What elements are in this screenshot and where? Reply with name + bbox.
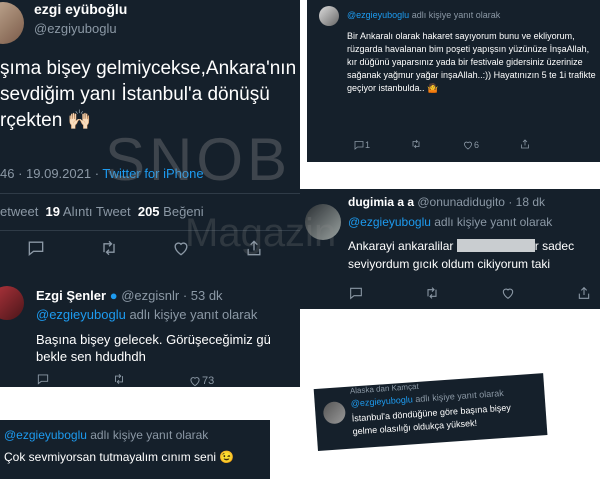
tweet-meta: 46 · 19.09.2021 · Twitter for iPhone — [0, 166, 204, 181]
avatar[interactable] — [0, 2, 24, 44]
retweet-icon[interactable] — [99, 238, 119, 263]
reply-text-part: Ankarayi ankaralilar — [348, 239, 454, 253]
reply-icon[interactable] — [36, 372, 50, 387]
reply-actions: 73 — [36, 372, 214, 387]
verified-icon: ● — [109, 288, 118, 303]
retweet-icon[interactable] — [410, 138, 422, 152]
reply-context: @ezgieyuboglu adlı kişiye yanıt olarak — [36, 307, 257, 322]
reply-text: İstanbul'a döndüğüne göre başına bişey g… — [351, 401, 512, 438]
reply-to-label: adlı kişiye yanıt olarak — [90, 428, 209, 442]
reply-icon[interactable] — [26, 238, 46, 263]
like-icon — [190, 376, 200, 386]
tweet-stats: etweet 19 Alıntı Tweet 205 Beğeni — [0, 204, 204, 219]
like-button[interactable]: 6 — [462, 139, 479, 151]
reply-card[interactable]: @ezgieyuboglu adlı kişiye yanıt olarak Ç… — [0, 420, 270, 479]
tweet-text-line: sevdiğim yanı İstanbul'a dönüşü — [0, 84, 270, 105]
retweet-icon[interactable] — [112, 372, 126, 387]
avatar[interactable] — [0, 286, 24, 320]
divider — [0, 230, 300, 231]
main-tweet-card: ezgi eyüboğlu @ezgiyuboglu şıma bişey ge… — [0, 0, 300, 292]
like-count: 73 — [202, 374, 215, 387]
reply-text: Başına bişey gelecek. Görüşeceğimiz gü b… — [36, 331, 271, 365]
reply-text: Ankarayi ankaralilar r sadec seviyordum … — [348, 237, 574, 273]
divider — [0, 193, 300, 194]
mention-link[interactable]: @ezgieyuboglu — [36, 307, 126, 322]
reply-to-label: adlı kişiye yanıt olarak — [414, 387, 504, 405]
quote-count[interactable]: 19 — [46, 204, 60, 219]
reply-text-line: bekle sen hdudhdh — [36, 349, 146, 364]
tweet-text-line: rçekten 🙌🏻 — [0, 110, 92, 131]
author-name[interactable]: ezgi eyüboğlu — [34, 1, 127, 17]
author-handle[interactable]: @onunadidugito — [417, 195, 505, 209]
like-button[interactable]: 73 — [188, 374, 214, 388]
tweet-timestamp[interactable]: 46 · 19.09.2021 · — [0, 166, 99, 181]
reply-to-label: adlı kişiye yanıt olarak — [434, 215, 553, 229]
reply-count: 1 — [365, 140, 371, 150]
tweet-text: şıma bişey gelmiycekse,Ankara'nın sevdiğ… — [0, 56, 300, 134]
share-icon[interactable] — [244, 238, 264, 263]
avatar[interactable] — [319, 6, 339, 26]
reply-actions: 1 6 — [353, 138, 531, 152]
reply-header: dugimia a a @onunadidugito · 18 dk — [348, 195, 545, 209]
like-icon[interactable] — [500, 285, 516, 306]
reply-to-label: adlı kişiye yanıt olarak — [129, 307, 258, 322]
like-count: 6 — [474, 140, 480, 150]
reply-text-line: Başına bişey gelecek. Görüşeceğimiz gü — [36, 332, 271, 347]
reply-time[interactable]: · 18 dk — [508, 195, 545, 209]
quote-label[interactable]: Alıntı Tweet — [63, 204, 131, 219]
like-icon[interactable] — [171, 238, 191, 263]
reply-button[interactable]: 1 — [353, 139, 370, 151]
reply-card[interactable]: @ezgieyuboglu adlı kişiye yanıt olarak B… — [307, 0, 600, 162]
reply-card[interactable]: Ezgi Şenler ● @ezgisnlr · 53 dk @ezgieyu… — [0, 274, 300, 387]
mention-link[interactable]: @ezgieyuboglu — [4, 428, 87, 442]
like-icon — [464, 141, 472, 150]
reply-context: @ezgieyuboglu adlı kişiye yanıt olarak — [4, 428, 208, 442]
retweet-label[interactable]: etweet — [0, 204, 38, 219]
reply-to-label: adlı kişiye yanıt olarak — [411, 10, 501, 20]
share-icon[interactable] — [576, 285, 592, 306]
reply-actions — [348, 285, 592, 306]
reply-text: Çok sevmiyorsan tutmayalım cınım seni 😉 — [4, 450, 235, 464]
tweet-actions — [0, 238, 290, 263]
reply-time[interactable]: · 53 dk — [183, 288, 223, 303]
author-name[interactable]: Ezgi Şenler — [36, 288, 106, 303]
mention-link[interactable]: @ezgieyuboglu — [350, 394, 413, 408]
reply-context: @ezgieyuboglu adlı kişiye yanıt olarak — [347, 10, 500, 20]
reply-context: @ezgieyuboglu adlı kişiye yanıt olarak — [348, 215, 552, 229]
share-icon[interactable] — [519, 138, 531, 152]
reply-header: Ezgi Şenler ● @ezgisnlr · 53 dk — [36, 288, 223, 303]
tweet-source-link[interactable]: Twitter for iPhone — [102, 166, 203, 181]
avatar[interactable] — [322, 401, 347, 425]
author-handle[interactable]: @ezgiyuboglu — [34, 21, 117, 36]
tweet-text-line: şıma bişey gelmiycekse,Ankara'nın — [0, 58, 297, 79]
reply-text: Bir Ankaralı olarak hakaret sayıyorum bu… — [347, 31, 596, 93]
avatar[interactable] — [305, 204, 341, 240]
like-count[interactable]: 205 — [138, 204, 160, 219]
reply-card[interactable]: Alaska dan Kamçat @ezgieyuboglu adlı kiş… — [313, 373, 548, 451]
reply-card[interactable]: dugimia a a @onunadidugito · 18 dk @ezgi… — [300, 189, 600, 309]
retweet-icon[interactable] — [424, 285, 440, 306]
reply-text-line: seviyordum gıcık oldum cikiyorum taki — [348, 257, 551, 271]
author-handle[interactable]: @ezgisnlr — [121, 288, 179, 303]
reply-text-part: r sadec — [534, 239, 575, 253]
redaction-block — [456, 239, 535, 252]
reply-icon[interactable] — [348, 285, 364, 306]
mention-link[interactable]: @ezgieyuboglu — [347, 10, 409, 20]
reply-icon — [354, 141, 364, 150]
author-name[interactable]: dugimia a a — [348, 195, 414, 209]
mention-link[interactable]: @ezgieyuboglu — [348, 215, 431, 229]
like-label[interactable]: Beğeni — [163, 204, 203, 219]
